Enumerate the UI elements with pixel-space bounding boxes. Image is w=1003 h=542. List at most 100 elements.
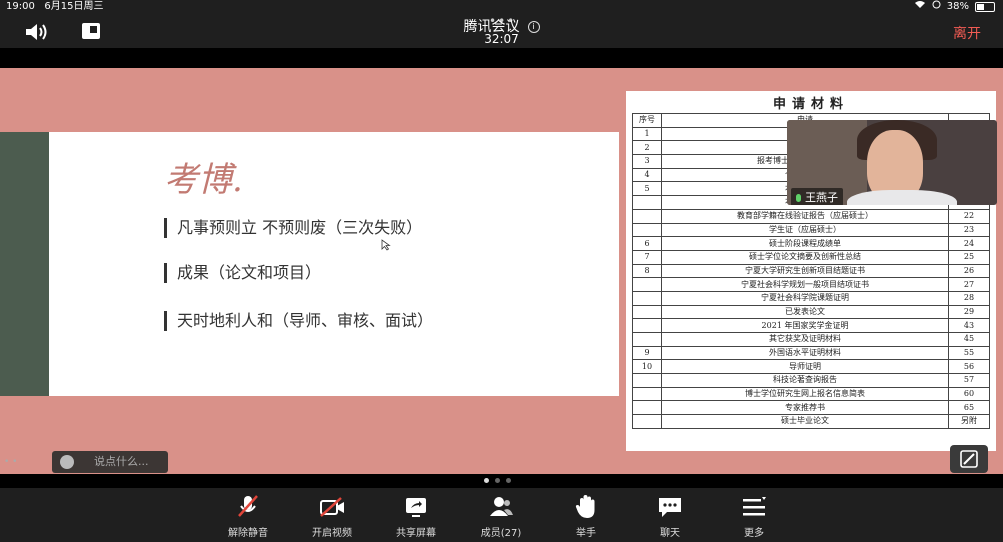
start-video-button[interactable]: 开启视频 [300,494,364,539]
table-cell-no: 8 [632,263,662,279]
table-cell-no: 6 [632,236,662,251]
unmute-label: 解除静音 [228,528,268,539]
table-cell-page: 28 [948,290,990,306]
battery-percent: 38% [946,1,969,12]
unmute-button[interactable]: 解除静音 [216,494,280,539]
document-title: 申请材料 [772,97,849,112]
members-icon [486,494,516,520]
table-cell-no [632,290,662,306]
more-label: 更多 [744,528,764,539]
chat-bubble-icon [655,494,685,520]
annotate-icon [960,450,978,468]
table-cell-no [632,400,662,416]
table-cell-no [632,318,662,333]
participant-name-tag: 王燕子 [791,188,843,205]
table-row: 7 硕士学位论文摘要及创新性总结 25 [632,249,990,265]
table-header-no: 序号 [632,113,662,128]
slide-title: 考博. [164,160,243,200]
raise-hand-label: 举手 [576,528,596,539]
chat-placeholder: 说点什么... [94,455,149,468]
table-row: 9 外国语水平证明材料 55 [632,345,990,361]
table-cell-no: 4 [632,167,662,183]
table-cell-item: 博士学位研究生网上报名信息简表 [661,386,949,402]
slide-bullet-1: 凡事预则立 不预则废（三次失败） [164,218,422,238]
table-row: 学生证（应届硕士） 23 [632,222,990,238]
table-cell-item: 已发表论文 [661,304,949,320]
page-dot-3 [506,478,511,483]
table-cell-item: 教育部学籍在线验证报告（应届硕士） [661,208,949,224]
table-cell-item: 2021 年国家奖学金证明 [661,318,949,333]
table-cell-page: 56 [948,359,990,375]
mouse-cursor-icon [381,236,391,255]
start-video-label: 开启视频 [312,528,352,539]
page-indicator [481,468,514,487]
table-cell-no: 2 [632,140,662,156]
shared-screen: 考博. 凡事预则立 不预则废（三次失败） 成果（论文和项目） 天时地利人和（导师… [0,68,1003,483]
table-cell-item: 宁夏大学研究生创新项目结题证书 [661,263,949,279]
chat-input-box[interactable]: 说点什么... [52,451,168,473]
table-row: 10 导师证明 56 [632,359,990,375]
chat-button[interactable]: 聊天 [638,494,702,539]
slide-side-band [0,132,49,396]
table-cell-no [632,222,662,238]
share-screen-icon [401,494,431,520]
meeting-toolbar: 解除静音 开启视频 共享屏幕 成员(27) 举手 聊天 更多 [0,488,1003,542]
table-cell-page: 25 [948,249,990,265]
participant-name: 王燕子 [805,191,838,204]
camera-off-icon [317,494,347,520]
table-cell-page: 55 [948,345,990,361]
page-dot-1 [484,478,489,483]
table-cell-page: 另附 [948,414,990,429]
table-cell-page: 24 [948,236,990,251]
table-row: 科技论著查询报告 57 [632,373,990,388]
status-time-date: 19:00 6月15日周三 [6,0,103,14]
table-cell-no [632,414,662,429]
participant-video[interactable]: 王燕子 [787,120,997,205]
annotate-button[interactable] [950,445,988,473]
status-bar: 19:00 6月15日周三 38% [0,0,1003,14]
share-screen-button[interactable]: 共享屏幕 [384,494,448,539]
table-cell-no [632,386,662,402]
table-cell-no [632,373,662,388]
table-cell-no: 1 [632,126,662,142]
table-cell-page: 43 [948,318,990,333]
table-cell-item: 科技论著查询报告 [661,373,949,388]
table-cell-no: 10 [632,359,662,375]
meeting-header: ••• 腾讯会议 i 32:07 离开 [0,14,1003,48]
table-cell-item: 其它获奖及证明材料 [661,332,949,347]
emoji-icon[interactable] [60,455,74,469]
table-cell-no: 3 [632,154,662,169]
table-cell-no: 9 [632,345,662,361]
table-cell-page: 57 [948,373,990,388]
table-cell-item: 学生证（应届硕士） [661,222,949,238]
table-cell-page: 27 [948,277,990,292]
menu-icon [739,494,769,520]
members-label: 成员(27) [480,528,522,539]
more-button[interactable]: 更多 [722,494,786,539]
table-row: 宁夏社会科学院课题证明 28 [632,290,990,306]
wifi-icon [914,0,926,14]
orientation-lock-icon [932,0,941,14]
status-date: 6月15日周三 [44,1,104,12]
table-cell-item: 硕士毕业论文 [661,414,949,429]
muted-mic-icon [233,494,263,520]
table-row: 博士学位研究生网上报名信息简表 60 [632,386,990,402]
chat-label: 聊天 [660,528,680,539]
leave-button[interactable]: 离开 [953,23,981,43]
mic-on-icon [796,194,801,202]
chat-collapse-icon[interactable]: • • [4,457,17,467]
table-cell-item: 硕士阶段课程成绩单 [661,236,949,251]
table-cell-no [632,208,662,224]
hand-icon [571,494,601,520]
members-button[interactable]: 成员(27) [469,494,533,539]
table-row: 专家推荐书 65 [632,400,990,416]
table-row: 宁夏社会科学规划一般项目结项证书 27 [632,277,990,292]
table-row: 其它获奖及证明材料 45 [632,332,990,347]
table-cell-item: 专家推荐书 [661,400,949,416]
raise-hand-button[interactable]: 举手 [554,494,618,539]
table-row: 教育部学籍在线验证报告（应届硕士） 22 [632,208,990,224]
slide-bullet-2: 成果（论文和项目） [164,263,321,283]
table-row: 已发表论文 29 [632,304,990,320]
table-cell-page: 60 [948,386,990,402]
table-cell-no [632,195,662,210]
